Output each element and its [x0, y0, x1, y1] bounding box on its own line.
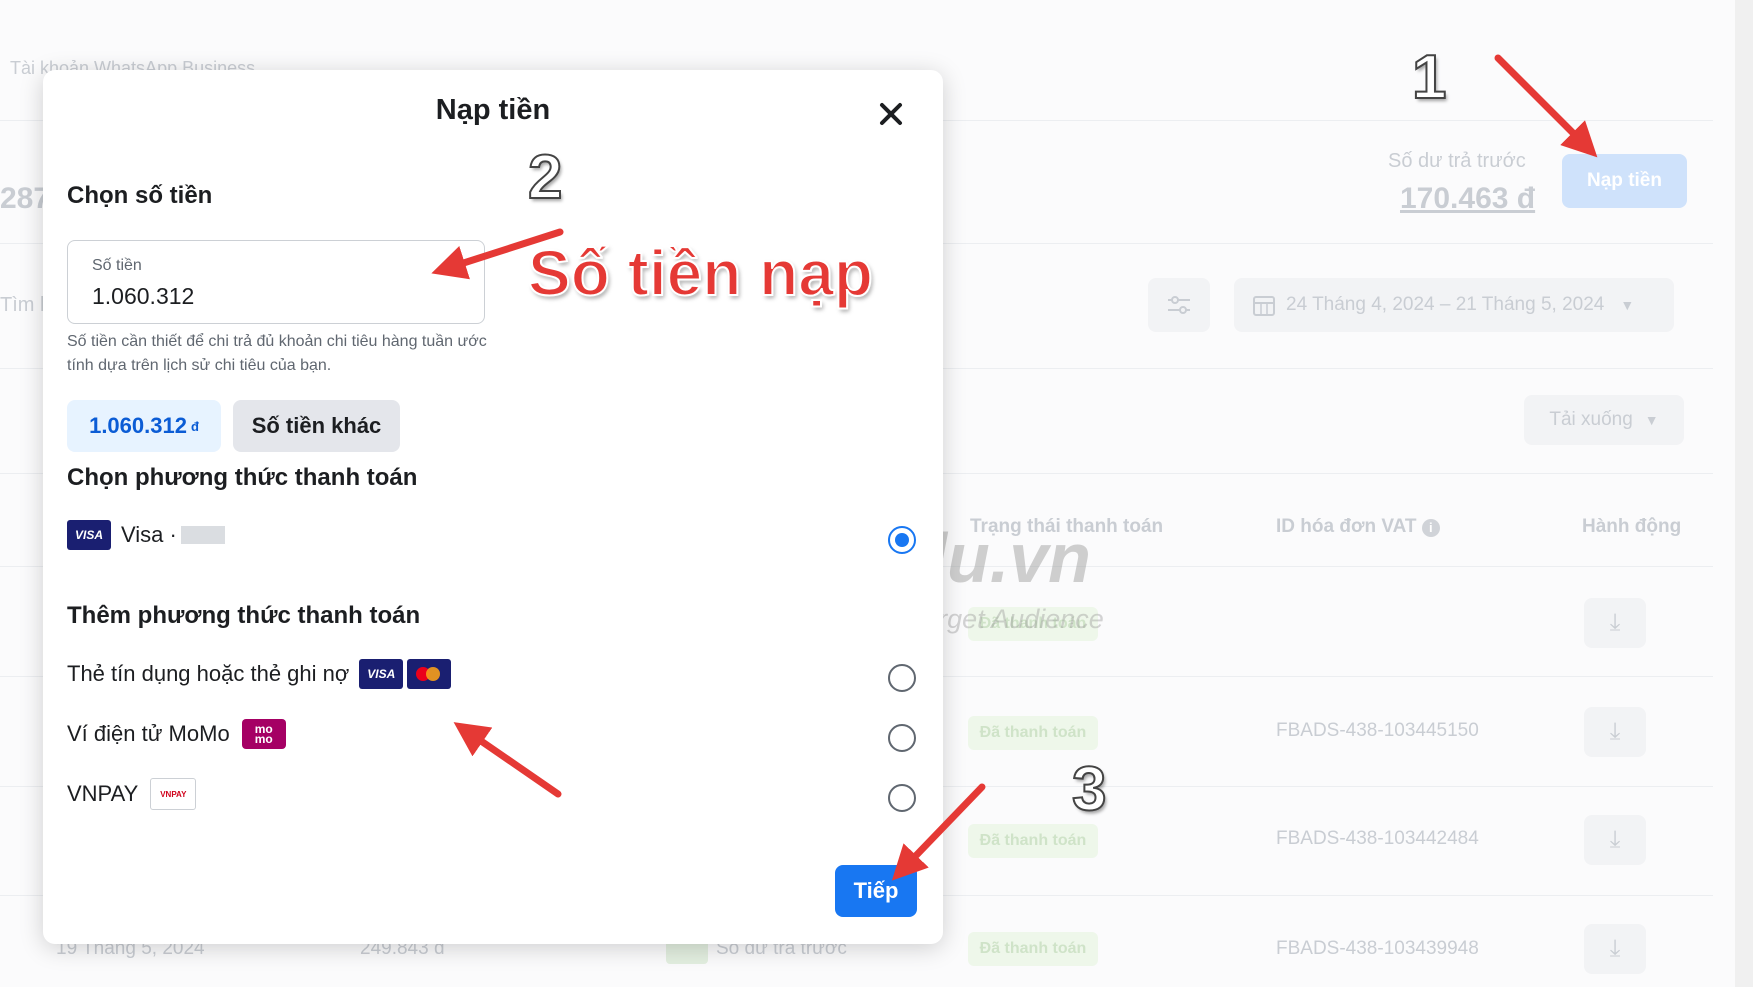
amount-callout: Số tiền nạp [527, 236, 874, 310]
step-2-label: 2 [527, 142, 564, 213]
step-1-label: 1 [1411, 42, 1448, 113]
arrow-momo [453, 722, 562, 798]
arrow-step1 [1494, 54, 1598, 158]
arrow-step3 [891, 783, 986, 881]
annotation-arrows [431, 54, 1598, 881]
step-3-label: 3 [1071, 754, 1108, 825]
